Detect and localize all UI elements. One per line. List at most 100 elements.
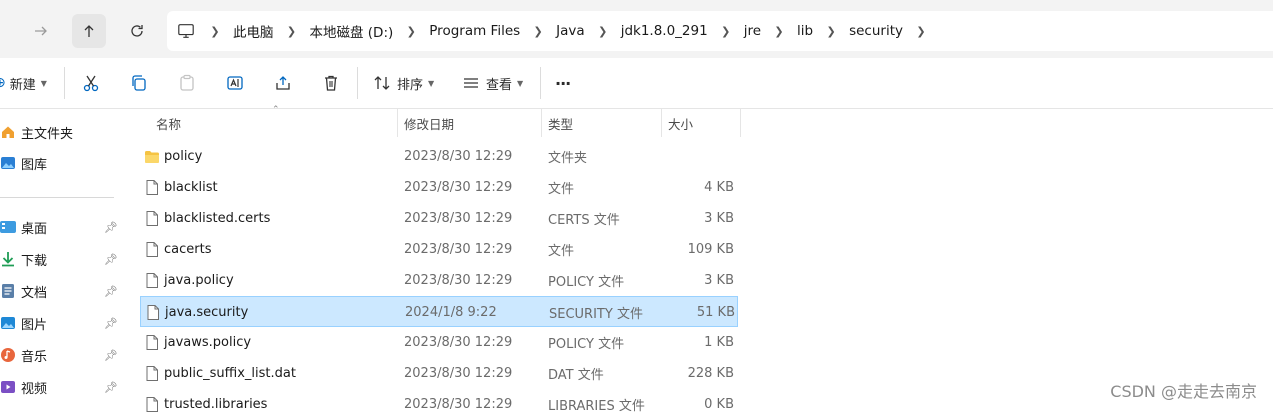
sort-label: 排序: [397, 77, 424, 93]
file-size: 4 KB: [704, 180, 734, 195]
sidebar-item-home[interactable]: 主文件夹: [0, 117, 126, 147]
file-name: java.policy: [164, 273, 234, 288]
column-header-size[interactable]: 大小: [668, 109, 738, 137]
sidebar-item-documents[interactable]: 文档 📌︎: [0, 276, 126, 306]
sidebar-label: 下载: [21, 253, 48, 269]
file-icon: [144, 179, 160, 196]
sort-button[interactable]: 排序 ▼: [373, 58, 434, 108]
column-header-modified[interactable]: 修改日期: [404, 109, 540, 137]
chevron-right-icon[interactable]: ❯: [401, 25, 421, 38]
file-row[interactable]: trusted.libraries 2023/8/30 12:29 LIBRARIE…: [140, 389, 738, 420]
share-button[interactable]: [274, 58, 292, 108]
toolbar-divider: [357, 67, 358, 99]
sidebar-label: 桌面: [21, 221, 48, 237]
music-icon: [0, 347, 16, 363]
chevron-right-icon[interactable]: ❯: [821, 25, 841, 38]
chevron-right-icon[interactable]: ❯: [911, 25, 931, 38]
pin-icon[interactable]: 📌︎: [104, 285, 118, 298]
file-row[interactable]: blacklist 2023/8/30 12:29 文件 4 KB: [140, 172, 738, 203]
file-size: 3 KB: [704, 211, 734, 226]
sidebar-item-desktop[interactable]: 桌面 📌︎: [0, 212, 126, 242]
sidebar-label: 图片: [21, 317, 48, 333]
column-divider[interactable]: [397, 109, 398, 137]
sidebar-divider: [0, 197, 114, 198]
pin-icon[interactable]: 📌︎: [104, 221, 118, 234]
column-header-name[interactable]: 名称: [156, 109, 396, 137]
sidebar-item-gallery[interactable]: 图库: [0, 148, 126, 178]
breadcrumb-security[interactable]: security: [849, 23, 903, 39]
cut-button[interactable]: [82, 58, 100, 108]
delete-button[interactable]: [322, 58, 340, 108]
breadcrumb[interactable]: ❯ 此电脑 ❯ 本地磁盘 (D:) ❯ Program Files ❯ Java…: [167, 11, 1273, 51]
file-row[interactable]: policy 2023/8/30 12:29 文件夹: [140, 141, 738, 172]
pin-icon[interactable]: 📌︎: [104, 349, 118, 362]
file-size: 228 KB: [687, 366, 734, 381]
file-name: java.security: [165, 305, 249, 320]
sidebar-item-videos[interactable]: 视频 📌︎: [0, 372, 126, 402]
copy-button[interactable]: [130, 58, 148, 108]
file-row[interactable]: public_suffix_list.dat 2023/8/30 12:29 DAT…: [140, 358, 738, 389]
paste-button[interactable]: [178, 58, 196, 108]
file-row[interactable]: cacerts 2023/8/30 12:29 文件 109 KB: [140, 234, 738, 265]
breadcrumb-program-files[interactable]: Program Files: [429, 23, 520, 39]
pin-icon[interactable]: 📌︎: [104, 253, 118, 266]
column-divider[interactable]: [541, 109, 542, 137]
arrow-up-icon: [84, 25, 94, 37]
column-divider[interactable]: [661, 109, 662, 137]
sidebar-label: 视频: [21, 381, 48, 397]
clipboard-icon: [178, 74, 196, 92]
chevron-down-icon: ▼: [517, 78, 524, 88]
file-type: 文件夹: [548, 151, 588, 166]
more-options-button[interactable]: ···: [555, 58, 571, 108]
chevron-right-icon[interactable]: ❯: [769, 25, 789, 38]
rename-button[interactable]: [226, 58, 244, 108]
breadcrumb-lib[interactable]: lib: [797, 23, 813, 39]
breadcrumb-jre[interactable]: jre: [744, 23, 761, 39]
file-row[interactable]: javaws.policy 2023/8/30 12:29 POLICY 文件 1 K…: [140, 327, 738, 358]
refresh-button[interactable]: [120, 14, 154, 48]
file-list: ⌃ 名称 修改日期 类型 大小 policy 2023/8/30 12:29 文件夹…: [126, 105, 1273, 414]
computer-icon: [177, 21, 197, 41]
file-row[interactable]: blacklisted.certs 2023/8/30 12:29 CERTS 文件…: [140, 203, 738, 234]
file-type: POLICY 文件: [548, 337, 625, 352]
sidebar-label: 主文件夹: [21, 126, 74, 142]
file-type: LIBRARIES 文件: [548, 399, 645, 414]
rename-icon: [226, 74, 244, 92]
column-header-type[interactable]: 类型: [548, 109, 660, 137]
chevron-right-icon[interactable]: ❯: [528, 25, 548, 38]
chevron-right-icon[interactable]: ❯: [205, 25, 225, 38]
toolbar-divider: [64, 67, 65, 99]
sidebar-item-pictures[interactable]: 图片 📌︎: [0, 308, 126, 338]
file-name: policy: [164, 149, 203, 164]
view-list-icon: [462, 74, 480, 92]
breadcrumb-drive-d[interactable]: 本地磁盘 (D:): [310, 21, 394, 41]
sidebar-item-downloads[interactable]: 下载 📌︎: [0, 244, 126, 274]
file-row[interactable]: java.policy 2023/8/30 12:29 POLICY 文件 3 KB: [140, 265, 738, 296]
sidebar-item-music[interactable]: 音乐 📌︎: [0, 340, 126, 370]
file-row[interactable]: java.security 2024/1/8 9:22 SECURITY 文件 51 …: [140, 296, 738, 327]
chevron-right-icon[interactable]: ❯: [593, 25, 613, 38]
view-button[interactable]: 查看 ▼: [462, 58, 523, 108]
file-icon: [144, 396, 160, 413]
new-button[interactable]: ⊕ 新建 ▼: [0, 58, 47, 108]
file-modified: 2023/8/30 12:29: [404, 273, 513, 288]
file-modified: 2023/8/30 12:29: [404, 180, 513, 195]
download-icon: [0, 251, 16, 267]
breadcrumb-java[interactable]: Java: [556, 23, 585, 39]
forward-button[interactable]: [24, 14, 58, 48]
breadcrumb-this-pc[interactable]: 此电脑: [233, 21, 274, 41]
file-icon: [145, 304, 161, 321]
file-modified: 2023/8/30 12:29: [404, 335, 513, 350]
chevron-right-icon[interactable]: ❯: [282, 25, 302, 38]
up-button[interactable]: [72, 14, 106, 48]
desktop-icon: [0, 219, 16, 235]
sort-icon: [373, 74, 391, 92]
chevron-right-icon[interactable]: ❯: [716, 25, 736, 38]
file-name: javaws.policy: [164, 335, 252, 350]
breadcrumb-jdk[interactable]: jdk1.8.0_291: [621, 23, 708, 39]
scissors-icon: [82, 74, 100, 92]
column-divider[interactable]: [740, 109, 741, 137]
pin-icon[interactable]: 📌︎: [104, 381, 118, 394]
arrow-right-icon: [35, 26, 47, 36]
pin-icon[interactable]: 📌︎: [104, 317, 118, 330]
